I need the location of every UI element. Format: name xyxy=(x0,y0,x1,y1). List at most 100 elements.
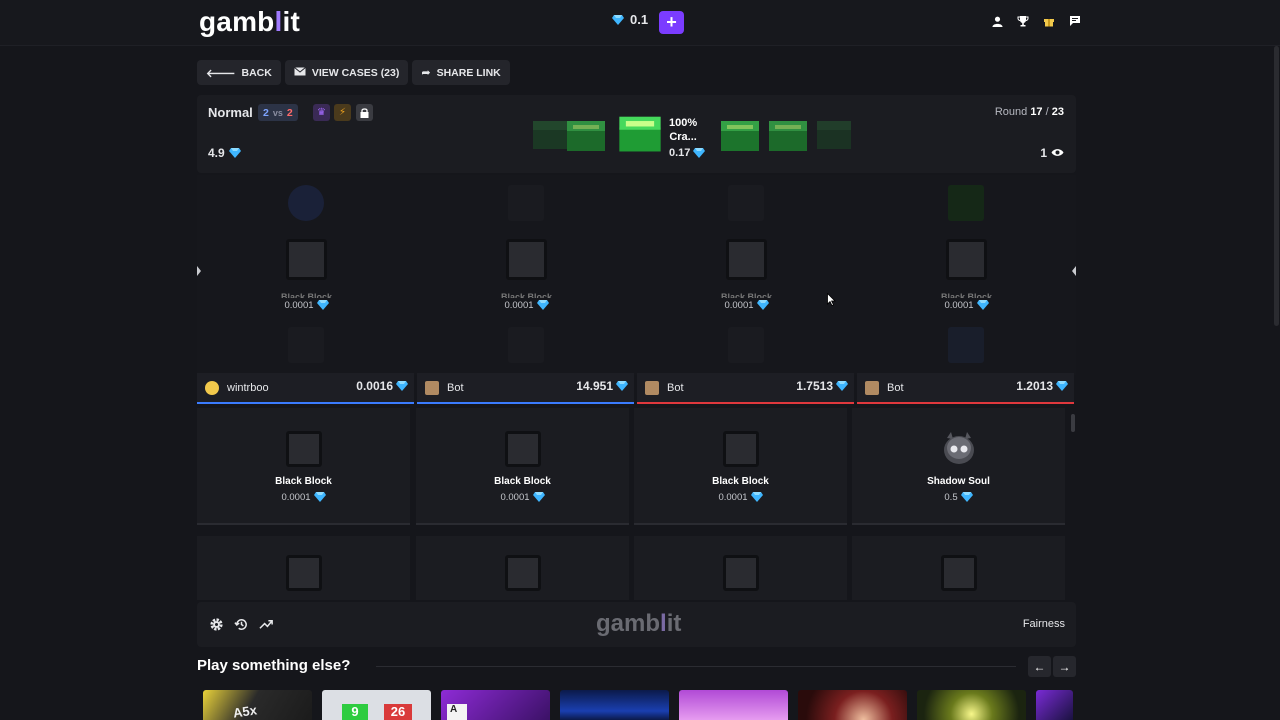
footer-logo: gamblit xyxy=(596,610,681,638)
spinner-item-price: 0.0001 xyxy=(857,299,1076,311)
black-block-item xyxy=(941,555,977,591)
item-ghost xyxy=(728,327,764,363)
black-block-item xyxy=(505,555,541,591)
game-thumbnail[interactable] xyxy=(679,690,788,720)
battle-toolbar: 🡐 BACK VIEW CASES (23) ➦ SHARE LINK xyxy=(197,60,510,85)
player-bar[interactable]: wintrboo 0.0016 xyxy=(197,373,414,404)
settings-icon[interactable] xyxy=(209,617,224,636)
gem-icon xyxy=(316,299,329,311)
share-label: SHARE LINK xyxy=(436,66,501,79)
lock-icon xyxy=(356,104,373,121)
team-format-badge: 2 vs 2 xyxy=(258,104,298,121)
top-bar: gamblit 0.1 + xyxy=(0,0,1280,46)
case-name-line-2: Cra... xyxy=(669,131,697,143)
black-block-item xyxy=(505,431,541,467)
bot-avatar xyxy=(425,380,439,395)
crown-icon: ♛ xyxy=(313,104,330,121)
gem-icon xyxy=(532,491,545,503)
drop-price: 0.0001 xyxy=(634,491,847,503)
black-block-item xyxy=(286,431,322,467)
gem-icon xyxy=(228,147,241,159)
player-value-amount: 1.2013 xyxy=(1016,379,1053,393)
footer-logo-c: it xyxy=(666,610,682,637)
battle-total: 4.9 xyxy=(208,146,225,160)
item-ghost xyxy=(948,185,984,221)
item-ghost xyxy=(508,185,544,221)
game-thumbnail[interactable]: A xyxy=(441,690,550,720)
footer-logo-a: gamb xyxy=(596,610,661,637)
user-icon[interactable] xyxy=(990,14,1004,28)
divider xyxy=(376,666,1016,667)
page-scrollbar[interactable] xyxy=(1274,46,1279,326)
team-b-count: 2 xyxy=(286,106,293,119)
spinner-item-price: 0.0001 xyxy=(637,299,856,311)
eye-icon xyxy=(1051,146,1064,160)
back-button[interactable]: 🡐 BACK xyxy=(197,60,281,85)
spinner-item-price-value: 0.0001 xyxy=(284,299,314,311)
gem-icon xyxy=(313,491,326,503)
black-block-item xyxy=(723,555,759,591)
drop-card xyxy=(197,536,410,600)
envelope-icon xyxy=(294,66,306,79)
view-cases-button[interactable]: VIEW CASES (23) xyxy=(284,60,409,85)
black-block-item xyxy=(286,555,322,591)
black-block-item xyxy=(726,239,767,280)
site-logo[interactable]: gamblit xyxy=(199,6,300,38)
drop-price-value: 0.0001 xyxy=(281,491,311,503)
gem-icon xyxy=(836,380,848,392)
drop-price-value: 0.5 xyxy=(944,491,958,503)
player-bar[interactable]: Bot 14.951 xyxy=(417,373,634,404)
carousel-prev-button[interactable]: ← xyxy=(1028,656,1051,677)
trophy-icon[interactable] xyxy=(1016,14,1030,28)
footer-logo-b: l xyxy=(660,610,667,637)
item-ghost xyxy=(508,327,544,363)
spinner-item-price-value: 0.0001 xyxy=(504,299,534,311)
fairness-link[interactable]: Fairness xyxy=(1023,618,1065,630)
spinner-pointer-left-icon xyxy=(197,266,201,276)
spinner-item-price-value: 0.0001 xyxy=(724,299,754,311)
round-total: 23 xyxy=(1051,106,1064,118)
avatar xyxy=(205,380,219,395)
game-thumbnail[interactable] xyxy=(560,690,669,720)
round-label: Round xyxy=(994,106,1028,118)
top-icons xyxy=(990,14,1082,28)
gem-icon xyxy=(1056,380,1068,392)
current-case-name: 100% Cra... xyxy=(669,116,697,144)
player-bar[interactable]: Bot 1.7513 xyxy=(637,373,854,404)
gem-icon xyxy=(693,147,706,159)
carousel-next-button[interactable]: → xyxy=(1053,656,1076,677)
game-thumbnail[interactable]: 9 26 xyxy=(322,690,431,720)
game-thumbnail[interactable] xyxy=(1036,690,1073,720)
case-chest-icon xyxy=(769,121,807,151)
game-thumbnail[interactable] xyxy=(798,690,907,720)
drop-name: Black Block xyxy=(712,476,769,487)
drops-scrollbar[interactable] xyxy=(1071,414,1075,432)
black-block-item xyxy=(723,431,759,467)
balance-display[interactable]: 0.1 xyxy=(612,12,648,27)
gem-icon xyxy=(756,299,769,311)
game-thumbnail[interactable]: A5x xyxy=(203,690,312,720)
game-thumbnail[interactable] xyxy=(917,690,1026,720)
battle-header: Normal 2 vs 2 ♛ ⚡ 4.9 100% Cra... 0.17 R… xyxy=(197,95,1076,173)
games-carousel-nav: ← → xyxy=(1028,656,1076,677)
shadow-soul-icon xyxy=(944,432,974,464)
drops-grid[interactable]: Black Block 0.0001 Black Block 0.0001 Bl… xyxy=(197,408,1076,600)
chat-icon[interactable] xyxy=(1068,14,1082,28)
share-link-button[interactable]: ➦ SHARE LINK xyxy=(412,60,510,85)
gift-icon[interactable] xyxy=(1042,14,1056,28)
player-bar[interactable]: Bot 1.2013 xyxy=(857,373,1074,404)
case-price-value: 0.17 xyxy=(669,147,691,159)
player-name: Bot xyxy=(447,381,464,394)
history-icon[interactable] xyxy=(234,617,249,636)
gem-icon xyxy=(976,299,989,311)
deposit-button[interactable]: + xyxy=(659,11,684,34)
spinner-column: Black Block 0.0001 xyxy=(637,175,856,375)
drop-price: 0.5 xyxy=(852,491,1065,503)
item-ghost xyxy=(288,185,324,221)
spinner-column: Black Block 0.0001 xyxy=(197,175,416,375)
case-carousel[interactable]: 100% Cra... 0.17 xyxy=(527,101,851,167)
view-cases-label: VIEW CASES (23) xyxy=(311,66,400,79)
player-value-amount: 1.7513 xyxy=(796,379,833,393)
trending-icon[interactable] xyxy=(259,617,274,636)
drop-card xyxy=(416,536,629,600)
